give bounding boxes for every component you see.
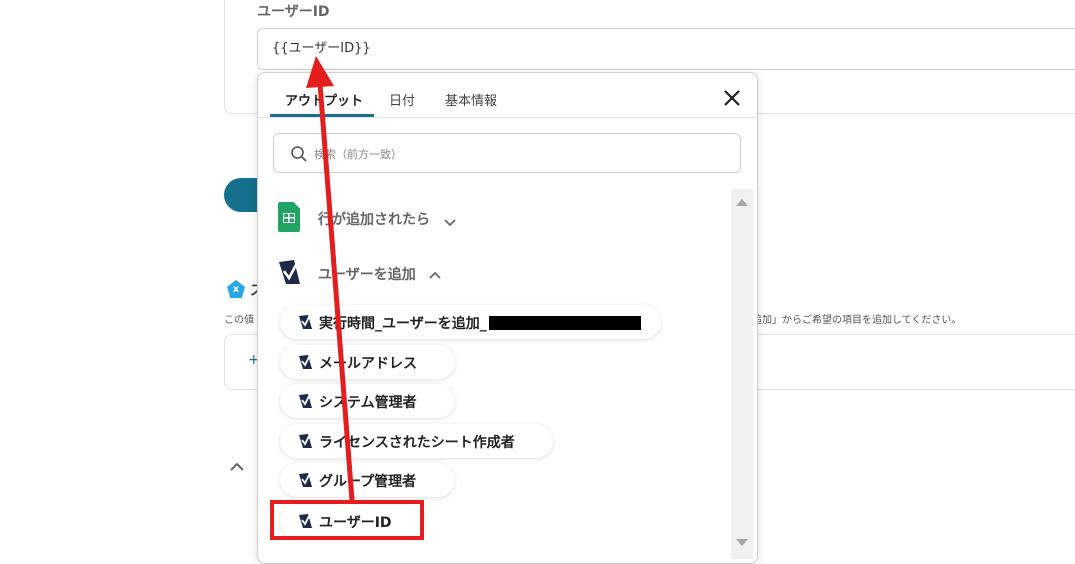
- output-item-licensed-sheet-creator[interactable]: ライセンスされたシート作成者: [280, 424, 553, 458]
- chevron-down-icon[interactable]: [444, 212, 456, 231]
- checkbox-logo-icon: [298, 472, 313, 488]
- checkbox-logo-icon: [298, 354, 313, 370]
- active-tab-indicator: [270, 114, 374, 117]
- help-text-start: この値: [224, 315, 254, 326]
- group-row-rows-added[interactable]: 行が追加されたら: [278, 202, 478, 234]
- output-item-email[interactable]: メールアドレス: [280, 345, 455, 379]
- tab-basic-info[interactable]: 基本情報: [445, 90, 497, 109]
- google-sheets-icon: [278, 202, 300, 232]
- output-item-label: 実行時間_ユーザーを追加_: [319, 316, 487, 332]
- scroll-down-arrow[interactable]: [736, 539, 748, 546]
- checkbox-logo-icon: [298, 433, 313, 449]
- output-item-label: ライセンスされたシート作成者: [319, 435, 515, 451]
- checkbox-logo-icon: [298, 314, 313, 330]
- help-text-end: 追加」からご希望の項目を追加してください。: [752, 315, 962, 326]
- tab-date[interactable]: 日付: [389, 90, 415, 109]
- group-label: 行が追加されたら: [318, 212, 430, 228]
- annotation-highlight-box: [270, 500, 424, 540]
- user-id-field[interactable]: {{ユーザーID}}: [257, 28, 1075, 70]
- checkmark-logo-icon: [278, 259, 302, 285]
- scroll-up-arrow[interactable]: [736, 199, 748, 206]
- redacted-block: [488, 316, 641, 330]
- checkbox-logo-icon: [298, 393, 313, 409]
- output-picker-popup: アウトプット 日付 基本情報 行が追加されたら ユーザーを追加: [257, 72, 758, 564]
- tab-output[interactable]: アウトプット: [285, 90, 363, 109]
- scrollbar[interactable]: [731, 189, 753, 559]
- output-item-execution-time[interactable]: 実行時間_ユーザーを追加_: [280, 305, 661, 339]
- search-input[interactable]: [312, 142, 716, 166]
- output-item-label: システム管理者: [319, 395, 417, 411]
- popup-tabs: アウトプット 日付 基本情報: [258, 73, 757, 118]
- output-item-system-admin[interactable]: システム管理者: [280, 384, 455, 418]
- chevron-up-icon[interactable]: [229, 458, 245, 477]
- output-item-group-admin[interactable]: グループ管理者: [280, 463, 455, 497]
- search-icon: [290, 145, 308, 163]
- output-item-label: メールアドレス: [319, 356, 417, 372]
- close-icon[interactable]: [721, 87, 743, 109]
- group-row-add-user[interactable]: ユーザーを追加: [278, 257, 478, 289]
- output-item-label: グループ管理者: [319, 474, 417, 490]
- group-label: ユーザーを追加: [318, 267, 416, 283]
- chevron-up-icon[interactable]: [429, 266, 441, 285]
- search-box: [273, 133, 741, 173]
- app-logo-icon: x: [227, 280, 245, 298]
- user-id-field-label: ユーザーID: [257, 4, 330, 20]
